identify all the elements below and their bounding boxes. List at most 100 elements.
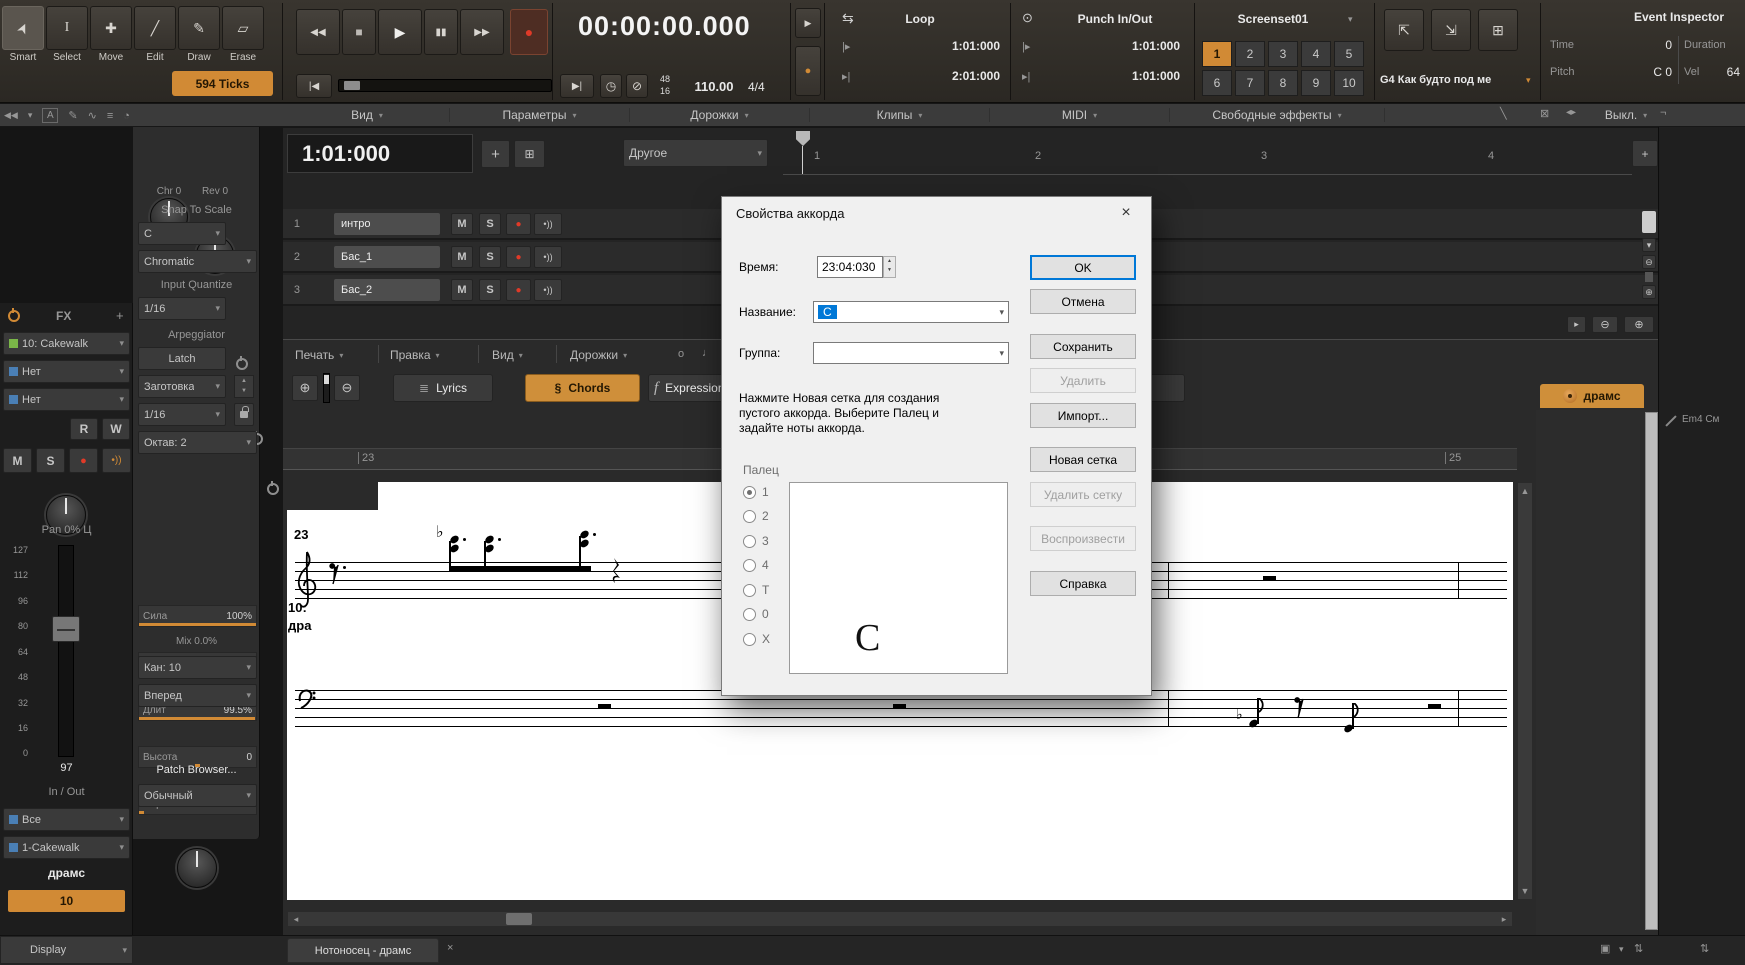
staff-track-tab-drums[interactable]: драмс xyxy=(1540,384,1644,408)
scroll-left-icon[interactable]: ◂ xyxy=(289,913,303,925)
scroll-up-icon[interactable]: ▲ xyxy=(1518,484,1532,498)
input-echo-button[interactable]: •)) xyxy=(102,448,131,473)
smart-tool-button[interactable]: ➤ xyxy=(2,6,44,50)
trackview-vzoom-caret[interactable]: ▾ xyxy=(1642,238,1656,252)
clock-button[interactable]: ◷ xyxy=(600,74,622,98)
arm-record-button[interactable]: ● xyxy=(69,448,98,473)
screenset-caret-icon[interactable]: ▾ xyxy=(1348,14,1353,25)
transport-slider[interactable] xyxy=(338,79,552,92)
chords-button[interactable]: § Chords xyxy=(525,374,640,402)
step-record-button[interactable]: ⊞ xyxy=(1478,9,1518,51)
staff-vscrollbar[interactable] xyxy=(1517,482,1533,900)
trackview-hzoom-out-button[interactable]: ⊖ xyxy=(1592,316,1618,333)
chord-group-combobox[interactable]: ▾ xyxy=(813,342,1009,364)
arp-preset-spinner[interactable]: ▲ ▼ xyxy=(234,375,254,398)
inspector-vel-value[interactable]: 64 xyxy=(1712,65,1740,79)
new-grid-button[interactable]: Новая сетка xyxy=(1030,447,1136,472)
punch-in-value[interactable]: 1:01:000 xyxy=(1080,39,1180,53)
draw-mode-icon[interactable]: ✎ xyxy=(68,109,77,122)
menu-dorozhki[interactable]: Дорожки xyxy=(630,108,810,122)
screenset-title[interactable]: Screenset01 xyxy=(1208,12,1338,26)
velocity-slider[interactable]: Сила 100% xyxy=(138,605,257,627)
add-track-button[interactable]: + xyxy=(481,140,510,168)
waveform-icon[interactable]: ∿ xyxy=(88,109,97,122)
track-2-mute-button[interactable]: M xyxy=(451,246,473,268)
move-tool-button[interactable]: ✚ xyxy=(90,6,132,50)
staff-menu-edit[interactable]: Правка xyxy=(390,348,440,362)
timeline-ruler[interactable] xyxy=(783,128,1632,175)
arp-preset-selector[interactable]: Заготовка xyxy=(138,375,226,398)
screenset-2[interactable]: 2 xyxy=(1235,41,1265,67)
pause-button[interactable]: ▮▮ xyxy=(424,9,458,55)
trackview-vscroll-thumb[interactable] xyxy=(1642,211,1656,233)
timeline-zoom-in-button[interactable]: + xyxy=(1632,140,1658,167)
scroll-right-icon[interactable]: ▸ xyxy=(1497,913,1511,925)
inspector-pitch-value[interactable]: C 0 xyxy=(1618,65,1672,79)
solo-button[interactable]: S xyxy=(36,448,65,473)
bank-selector[interactable]: Обычный xyxy=(138,784,257,807)
patch-browser-link[interactable]: Patch Browser... xyxy=(133,764,260,776)
draw-tool-button[interactable]: ✎ xyxy=(178,6,220,50)
collapse-icon[interactable]: ◀◀ xyxy=(4,110,18,121)
erase-tool-button[interactable]: ▱ xyxy=(222,6,264,50)
latch-power-icon[interactable] xyxy=(266,481,279,495)
metronome-mute-button[interactable]: ⊘ xyxy=(626,74,648,98)
direction-selector[interactable]: Вперед xyxy=(138,684,257,707)
loop-end-value[interactable]: 2:01:000 xyxy=(900,69,1000,83)
track-3-solo-button[interactable]: S xyxy=(479,279,501,301)
volume-fader-track[interactable] xyxy=(58,545,74,757)
menu-klipy[interactable]: Клипы xyxy=(810,108,990,122)
go-to-start-button[interactable]: |◀ xyxy=(296,74,332,98)
tempo-value[interactable]: 110.00 xyxy=(684,79,744,94)
menu-midi[interactable]: MIDI xyxy=(990,108,1170,122)
staff-zoom-slider[interactable] xyxy=(323,373,330,403)
synth-selector[interactable]: 10: Cakewalk xyxy=(3,332,130,355)
staff-zoom-in-button[interactable]: ⊕ xyxy=(292,375,318,401)
screenset-5[interactable]: 5 xyxy=(1334,41,1364,67)
edit-tool-button[interactable]: ╱ xyxy=(134,6,176,50)
step-forward-button[interactable]: ⇲ xyxy=(1431,9,1471,51)
mute-button[interactable]: M xyxy=(3,448,32,473)
screenset-7[interactable]: 7 xyxy=(1235,70,1265,96)
dialog-close-icon[interactable]: × xyxy=(1112,201,1140,225)
layers-icon[interactable]: ▣ xyxy=(1600,942,1610,955)
volume-fader-thumb[interactable] xyxy=(52,616,80,642)
stop-button[interactable]: ■ xyxy=(342,9,376,55)
channel-selector[interactable]: Кан: 10 xyxy=(138,656,257,679)
ok-button[interactable]: OK xyxy=(1030,255,1136,280)
input-port-selector[interactable]: Все xyxy=(3,808,130,831)
arp-rate-lock-button[interactable] xyxy=(234,403,254,426)
time-signature[interactable]: 4/4 xyxy=(748,80,765,94)
sort-icon[interactable]: ⇅ xyxy=(1700,942,1709,955)
staff-menu-view[interactable]: Вид xyxy=(492,348,523,362)
arp-rate-selector[interactable]: 1/16 xyxy=(138,403,226,426)
screenset-10[interactable]: 10 xyxy=(1334,70,1364,96)
view-caret-icon[interactable]: ▾ xyxy=(28,110,33,121)
menu-vid[interactable]: Вид xyxy=(285,108,450,122)
lyrics-button[interactable]: ≣ Lyrics xyxy=(393,374,493,402)
loop-start-value[interactable]: 1:01:000 xyxy=(900,39,1000,53)
staff-pane-scrollbar[interactable] xyxy=(1645,412,1658,930)
display-selector[interactable]: Display xyxy=(0,936,133,964)
screenset-3[interactable]: 3 xyxy=(1268,41,1298,67)
trackview-play-button[interactable]: ▸ xyxy=(1567,316,1586,333)
track-3-name[interactable]: Бас_2 xyxy=(334,279,440,301)
track-2-solo-button[interactable]: S xyxy=(479,246,501,268)
track-3-echo-button[interactable]: •)) xyxy=(534,279,562,301)
track-2-arm-button[interactable]: ● xyxy=(506,246,531,268)
time-spinner[interactable]: ▲ ▼ xyxy=(883,256,896,278)
trackview-vzoom-slider[interactable] xyxy=(1645,272,1653,282)
dock-caret-icon[interactable]: ▾ xyxy=(1619,944,1624,955)
go-to-end-button[interactable]: ▶| xyxy=(560,74,594,98)
track-3-arm-button[interactable]: ● xyxy=(506,279,531,301)
track-2-echo-button[interactable]: •)) xyxy=(534,246,562,268)
tab-close-icon[interactable]: × xyxy=(447,942,453,954)
sort-icon[interactable]: ⇅ xyxy=(1634,942,1643,955)
staff-hscroll-thumb[interactable] xyxy=(506,913,532,925)
envelope-icon[interactable]: ⊠ xyxy=(1540,107,1549,120)
screenset-4[interactable]: 4 xyxy=(1301,41,1331,67)
punch-out-value[interactable]: 1:01:000 xyxy=(1080,69,1180,83)
input-none-selector-1[interactable]: Нет xyxy=(3,360,130,383)
screenset-1[interactable]: 1 xyxy=(1202,41,1232,67)
output-port-selector[interactable]: 1-Cakewalk xyxy=(3,836,130,859)
